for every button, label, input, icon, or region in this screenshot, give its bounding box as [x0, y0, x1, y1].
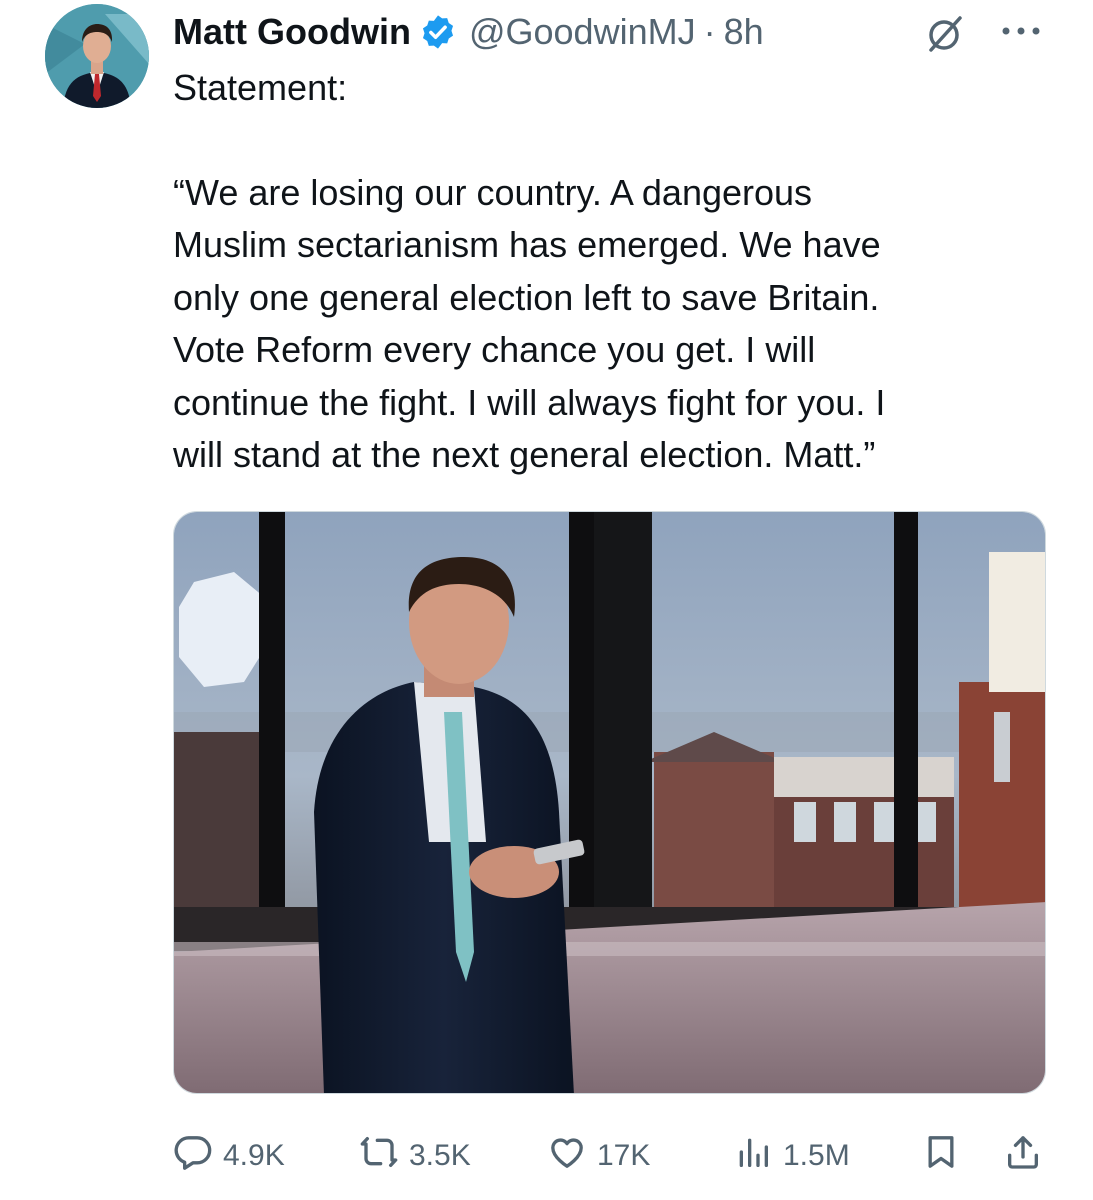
- reply-count: 4.9K: [223, 1139, 285, 1172]
- post-media-image[interactable]: [173, 511, 1046, 1094]
- bookmark-button[interactable]: [921, 1130, 961, 1182]
- like-button[interactable]: 17K: [547, 1130, 650, 1182]
- share-icon: [1003, 1132, 1043, 1180]
- text-spacer: [173, 115, 1053, 167]
- grok-icon[interactable]: [925, 14, 965, 54]
- verified-badge-icon[interactable]: [419, 13, 457, 51]
- repost-button[interactable]: 3.5K: [359, 1130, 471, 1182]
- author-avatar[interactable]: [45, 4, 149, 108]
- post-actions: 4.9K 3.5K 17K 1.5M: [173, 1130, 1053, 1182]
- post-header: Matt Goodwin @GoodwinMJ · 8h: [173, 10, 764, 54]
- views-count: 1.5M: [783, 1139, 850, 1172]
- post-text-heading: Statement:: [173, 67, 348, 108]
- reply-icon: [173, 1132, 213, 1180]
- like-count: 17K: [597, 1139, 651, 1172]
- repost-count: 3.5K: [409, 1139, 471, 1172]
- bookmark-icon: [921, 1132, 961, 1180]
- post-timestamp[interactable]: 8h: [724, 11, 764, 53]
- author-name[interactable]: Matt Goodwin: [173, 11, 411, 53]
- views-button[interactable]: 1.5M: [733, 1130, 850, 1182]
- share-button[interactable]: [1003, 1130, 1043, 1182]
- post-text-body: “We are losing our country. A dangerous …: [173, 171, 886, 476]
- avatar-image: [45, 4, 149, 108]
- meta-separator: ·: [703, 11, 716, 52]
- views-icon: [733, 1132, 773, 1180]
- post-text: Statement: “We are losing our country. A…: [173, 62, 1053, 482]
- repost-icon: [359, 1132, 399, 1180]
- heart-icon: [547, 1132, 587, 1180]
- more-icon[interactable]: [997, 16, 1045, 46]
- reply-button[interactable]: 4.9K: [173, 1130, 285, 1182]
- author-handle[interactable]: @GoodwinMJ: [469, 11, 696, 53]
